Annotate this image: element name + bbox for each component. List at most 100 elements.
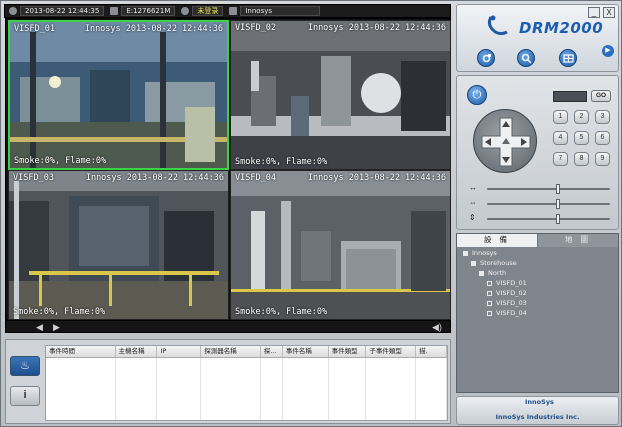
app-window: 2013-08-22 12:44:35 E:1276621M 未登录 Innos…: [0, 0, 622, 427]
camera-feed-4: [231, 171, 450, 319]
status-bar: 2013-08-22 12:44:35 E:1276621M 未登录 Innos…: [4, 4, 451, 18]
tree-item[interactable]: VISFD_03: [487, 299, 527, 309]
slider-track[interactable]: [487, 218, 610, 220]
numpad-key[interactable]: 7: [553, 152, 568, 166]
drm-logo-icon: [487, 15, 508, 36]
tree-item[interactable]: North: [479, 269, 506, 279]
go-button[interactable]: GO: [591, 90, 611, 102]
event-table-body: [46, 358, 447, 420]
event-column-header[interactable]: 主機名稱: [116, 346, 158, 357]
grid-icon: [563, 54, 574, 63]
ptz-slider[interactable]: ⇕: [469, 213, 612, 224]
tree-item-label: Innosys: [472, 249, 497, 257]
fire-alarm-button[interactable]: ♨: [10, 356, 40, 376]
slider-thumb[interactable]: [556, 184, 561, 194]
tree-item-label: North: [488, 269, 507, 277]
play-icon[interactable]: ▶: [602, 45, 614, 57]
numpad-key[interactable]: 9: [595, 152, 610, 166]
event-table[interactable]: 事件時間 主機名稱 IP 探測器名稱 探... 事件名稱 事件類型 子事件類型 描.: [45, 345, 448, 421]
numpad-key[interactable]: 1: [553, 110, 568, 124]
status-disk: E:1276621M: [110, 6, 176, 16]
camera-view-4[interactable]: VISFD_04 Innosys 2013-08-22 12:44:36 Smo…: [230, 170, 451, 320]
ptz-slider[interactable]: ⇔: [469, 198, 612, 209]
event-column-header[interactable]: IP: [157, 346, 202, 357]
tab-map[interactable]: 地 圖: [538, 234, 618, 247]
event-column-header[interactable]: 描.: [416, 346, 447, 357]
camera-name: VISFD_01: [14, 24, 55, 34]
ptz-control-area: ⏻ GO 123 456 789 ↔ ⇔ ⇕: [456, 75, 619, 230]
app-logo: DRM2000: [519, 19, 604, 37]
camera-timestamp: Innosys 2013-08-22 12:44:36: [84, 24, 223, 34]
numpad-key[interactable]: 5: [574, 131, 589, 145]
camera-sensor-readout: Smoke:0%, Flame:0%: [13, 307, 106, 317]
speaker-icon[interactable]: ◀): [432, 322, 442, 333]
slider-track[interactable]: [487, 188, 610, 190]
camera-feed-2: [231, 21, 450, 169]
video-control-bar: ◀ ▶ ◀): [5, 320, 451, 333]
tree-item-label: VISFD_02: [496, 289, 527, 297]
camera-view-2[interactable]: VISFD_02 Innosys 2013-08-22 12:44:36 Smo…: [230, 20, 451, 170]
slider-thumb[interactable]: [556, 214, 561, 224]
ptz-slider[interactable]: ↔: [469, 183, 612, 194]
camera-button[interactable]: [477, 49, 495, 67]
event-column-header[interactable]: 探測器名稱: [201, 346, 261, 357]
event-column-header[interactable]: 事件類型: [329, 346, 367, 357]
control-panel: _ X DRM2000 ▶ ⏻ GO 1 2 3 4 5 6 7 8 9 ↔ ⇔…: [456, 4, 619, 425]
camera-timestamp: Innosys 2013-08-22 12:44:36: [307, 173, 446, 183]
info-button[interactable]: i: [10, 386, 40, 406]
camera-view-3[interactable]: VISFD_03 Innosys 2013-08-22 12:44:36 Smo…: [8, 170, 229, 320]
focus-icon: ⇔: [469, 198, 477, 207]
arrow-left-icon[interactable]: ◀: [36, 322, 43, 333]
clock-icon: [9, 7, 17, 15]
tab-devices[interactable]: 設 備: [457, 234, 538, 247]
numpad-key[interactable]: 8: [574, 152, 589, 166]
grid-button[interactable]: [559, 49, 577, 67]
tree-item[interactable]: Innosys: [463, 249, 497, 259]
event-column-header[interactable]: 事件名稱: [283, 346, 329, 357]
camera-node-icon: [487, 300, 492, 306]
arrow-right-icon[interactable]: ▶: [53, 322, 60, 333]
event-panel: ♨ i 事件時間 主機名稱 IP 探測器名稱 探... 事件名稱 事件類型 子事件類型 描.: [5, 339, 451, 424]
camera-timestamp: Innosys 2013-08-22 12:44:36: [307, 23, 446, 33]
tree-item-label: Storehouse: [480, 259, 517, 267]
event-column-cell: [157, 358, 202, 420]
camera-timestamp: Innosys 2013-08-22 12:44:36: [85, 173, 224, 183]
tree-item[interactable]: VISFD_02: [487, 289, 527, 299]
slider-track[interactable]: [487, 203, 610, 205]
ptz-arrows: [481, 117, 531, 167]
power-icon[interactable]: ⏻: [467, 85, 487, 105]
camera-node-icon: [487, 290, 492, 296]
tree-item-label: VISFD_03: [496, 299, 527, 307]
event-column-header[interactable]: 事件時間: [46, 346, 116, 357]
camera-name: VISFD_04: [235, 173, 276, 183]
tree-item[interactable]: Storehouse: [471, 259, 517, 269]
collapse-icon: [463, 250, 468, 256]
camera-node-icon: [487, 280, 492, 286]
collapse-icon: [479, 270, 484, 276]
ptz-dpad[interactable]: [473, 109, 537, 173]
status-user: 未登录: [181, 6, 224, 16]
event-column-cell: [416, 358, 447, 420]
tree-item[interactable]: VISFD_04: [487, 309, 527, 319]
tree-item[interactable]: VISFD_01: [487, 279, 527, 289]
event-column-header[interactable]: 子事件類型: [366, 346, 417, 357]
camera-feed-3: [9, 171, 228, 319]
search-button[interactable]: [517, 49, 535, 67]
camera-icon: [482, 54, 491, 63]
event-column-cell: [116, 358, 158, 420]
info-icon: i: [23, 389, 27, 401]
numpad-key[interactable]: 2: [574, 110, 589, 124]
event-column-header[interactable]: 探...: [261, 346, 283, 357]
slider-thumb[interactable]: [556, 199, 561, 209]
event-column-cell: [261, 358, 283, 420]
camera-name: VISFD_03: [13, 173, 54, 183]
preset-display: [553, 91, 587, 102]
camera-sensor-readout: Smoke:0%, Flame:0%: [235, 157, 328, 167]
camera-view-1[interactable]: VISFD_01 Innosys 2013-08-22 12:44:36 Smo…: [8, 20, 229, 170]
numpad-key[interactable]: 3: [595, 110, 610, 124]
minimize-button[interactable]: _: [588, 7, 600, 18]
numpad-key[interactable]: 6: [595, 131, 610, 145]
close-button[interactable]: X: [603, 7, 615, 18]
numpad-key[interactable]: 4: [553, 131, 568, 145]
camera-sensor-readout: Smoke:0%, Flame:0%: [235, 307, 328, 317]
